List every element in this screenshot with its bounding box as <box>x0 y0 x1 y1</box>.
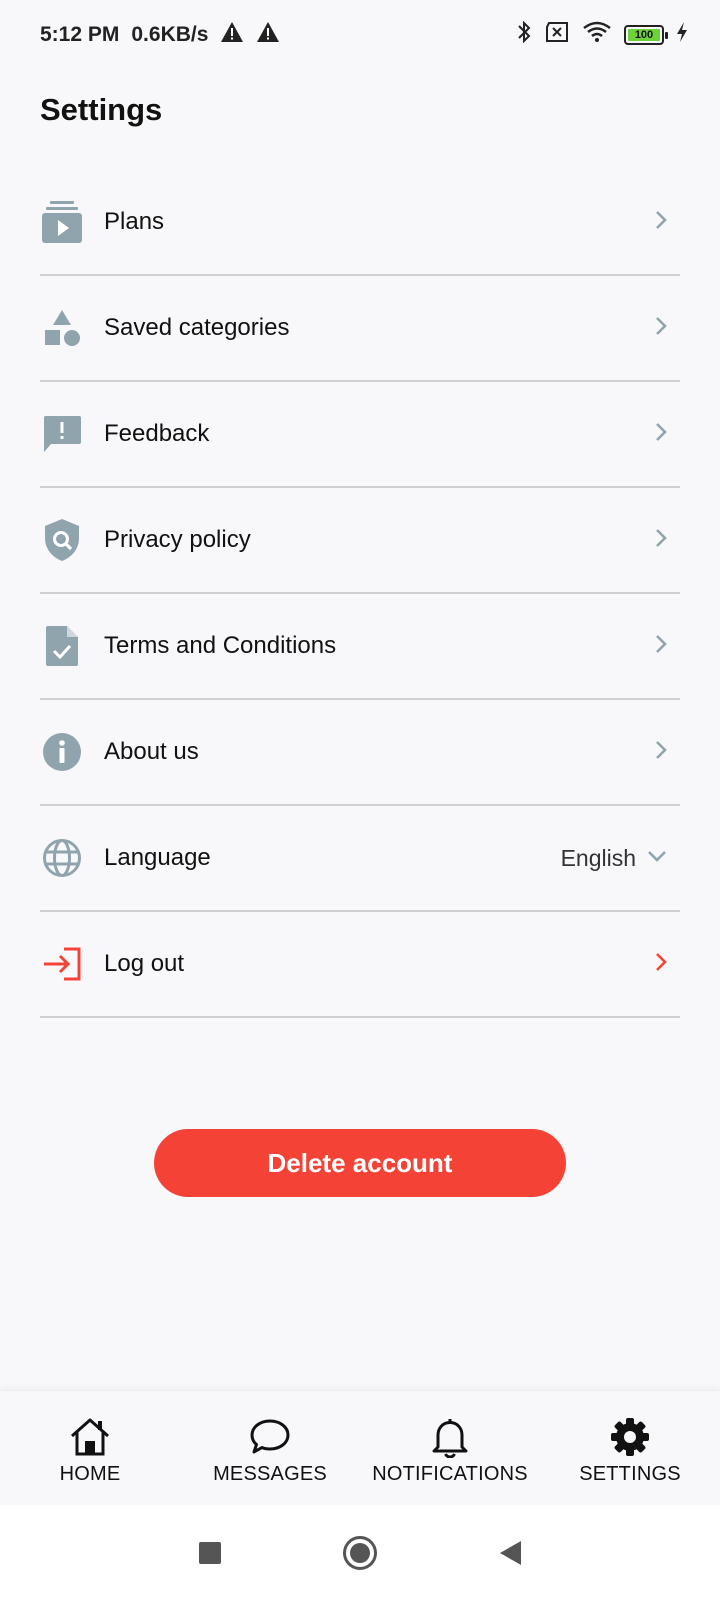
nav-label: HOME <box>59 1463 121 1485</box>
plans-icon <box>40 200 84 244</box>
settings-item-language[interactable]: Language English <box>40 806 680 912</box>
status-right: 100 <box>516 20 688 50</box>
nav-label: SETTINGS <box>579 1463 681 1485</box>
settings-item-label: Privacy policy <box>104 526 251 553</box>
bluetooth-icon <box>516 20 532 50</box>
globe-icon <box>40 836 84 880</box>
status-time: 5:12 PM <box>40 23 120 46</box>
nav-item-home[interactable]: HOME <box>0 1391 180 1505</box>
chevron-right-icon <box>654 315 668 342</box>
settings-item-plans[interactable]: Plans <box>40 170 680 276</box>
system-nav-bar <box>0 1505 720 1600</box>
recents-button[interactable] <box>190 1533 230 1573</box>
message-icon <box>248 1415 292 1459</box>
wifi-icon <box>582 20 612 50</box>
nav-label: NOTIFICATIONS <box>372 1463 528 1485</box>
bell-icon <box>428 1415 472 1459</box>
chevron-down-icon <box>646 849 668 868</box>
back-button[interactable] <box>490 1533 530 1573</box>
nav-item-messages[interactable]: MESSAGES <box>180 1391 360 1505</box>
warning-icon <box>256 21 280 49</box>
no-sim-icon <box>544 21 570 49</box>
settings-item-label: Log out <box>104 950 185 977</box>
privacy-shield-icon <box>40 518 84 562</box>
home-system-button[interactable] <box>340 1533 380 1573</box>
page-title: Settings <box>40 92 163 127</box>
home-icon <box>68 1415 112 1459</box>
categories-icon <box>40 306 84 350</box>
settings-screen: 5:12 PM 0.6KB/s 100 Settings Plans Saved… <box>0 0 720 1600</box>
settings-item-privacy-policy[interactable]: Privacy policy <box>40 488 680 594</box>
gear-icon <box>608 1415 652 1459</box>
battery-icon: 100 <box>624 25 668 45</box>
language-value: English <box>560 844 636 871</box>
language-select[interactable]: English <box>561 845 668 872</box>
chevron-right-icon <box>654 209 668 236</box>
settings-item-label: Saved categories <box>104 314 290 341</box>
chevron-right-icon <box>654 951 668 978</box>
settings-item-logout[interactable]: Log out <box>40 912 680 1018</box>
bottom-nav: HOME MESSAGES NOTIFICATIONS SETTINGS <box>0 1390 720 1505</box>
warning-icon <box>220 21 244 49</box>
nav-item-notifications[interactable]: NOTIFICATIONS <box>360 1391 540 1505</box>
chevron-right-icon <box>654 421 668 448</box>
settings-item-terms[interactable]: Terms and Conditions <box>40 594 680 700</box>
settings-item-label: Language <box>104 844 211 871</box>
settings-item-label: Plans <box>104 208 165 235</box>
network-speed: 0.6KB/s <box>131 23 209 46</box>
delete-account-button[interactable]: Delete account <box>154 1129 566 1197</box>
settings-item-label: Feedback <box>104 420 210 447</box>
settings-item-about-us[interactable]: About us <box>40 700 680 806</box>
status-bar: 5:12 PM 0.6KB/s 100 <box>0 0 720 70</box>
nav-label: MESSAGES <box>213 1463 327 1485</box>
nav-item-settings[interactable]: SETTINGS <box>540 1391 720 1505</box>
document-check-icon <box>40 624 84 668</box>
status-left: 5:12 PM 0.6KB/s <box>40 21 280 49</box>
settings-item-feedback[interactable]: Feedback <box>40 382 680 488</box>
charging-icon <box>676 21 688 49</box>
chevron-right-icon <box>654 739 668 766</box>
battery-level: 100 <box>628 29 660 41</box>
settings-item-label: Terms and Conditions <box>104 632 337 659</box>
chevron-right-icon <box>654 633 668 660</box>
logout-icon <box>40 942 84 986</box>
info-icon <box>40 730 84 774</box>
settings-item-label: About us <box>104 738 199 765</box>
chevron-right-icon <box>654 527 668 554</box>
settings-list: Plans Saved categories Feedback Privacy … <box>40 170 680 1018</box>
feedback-icon <box>40 412 84 456</box>
settings-item-saved-categories[interactable]: Saved categories <box>40 276 680 382</box>
